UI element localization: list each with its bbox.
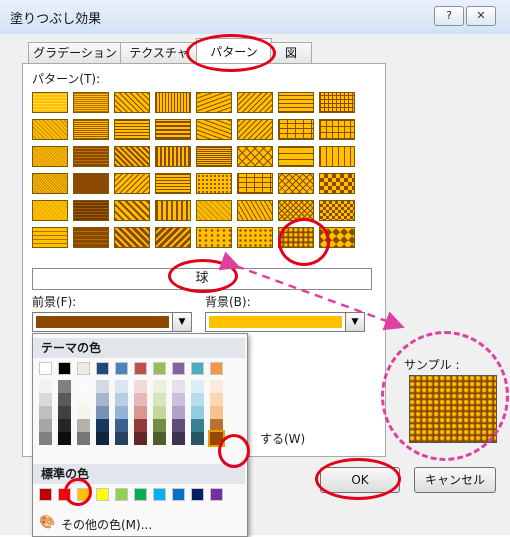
annotation-arrows [218,251,405,331]
